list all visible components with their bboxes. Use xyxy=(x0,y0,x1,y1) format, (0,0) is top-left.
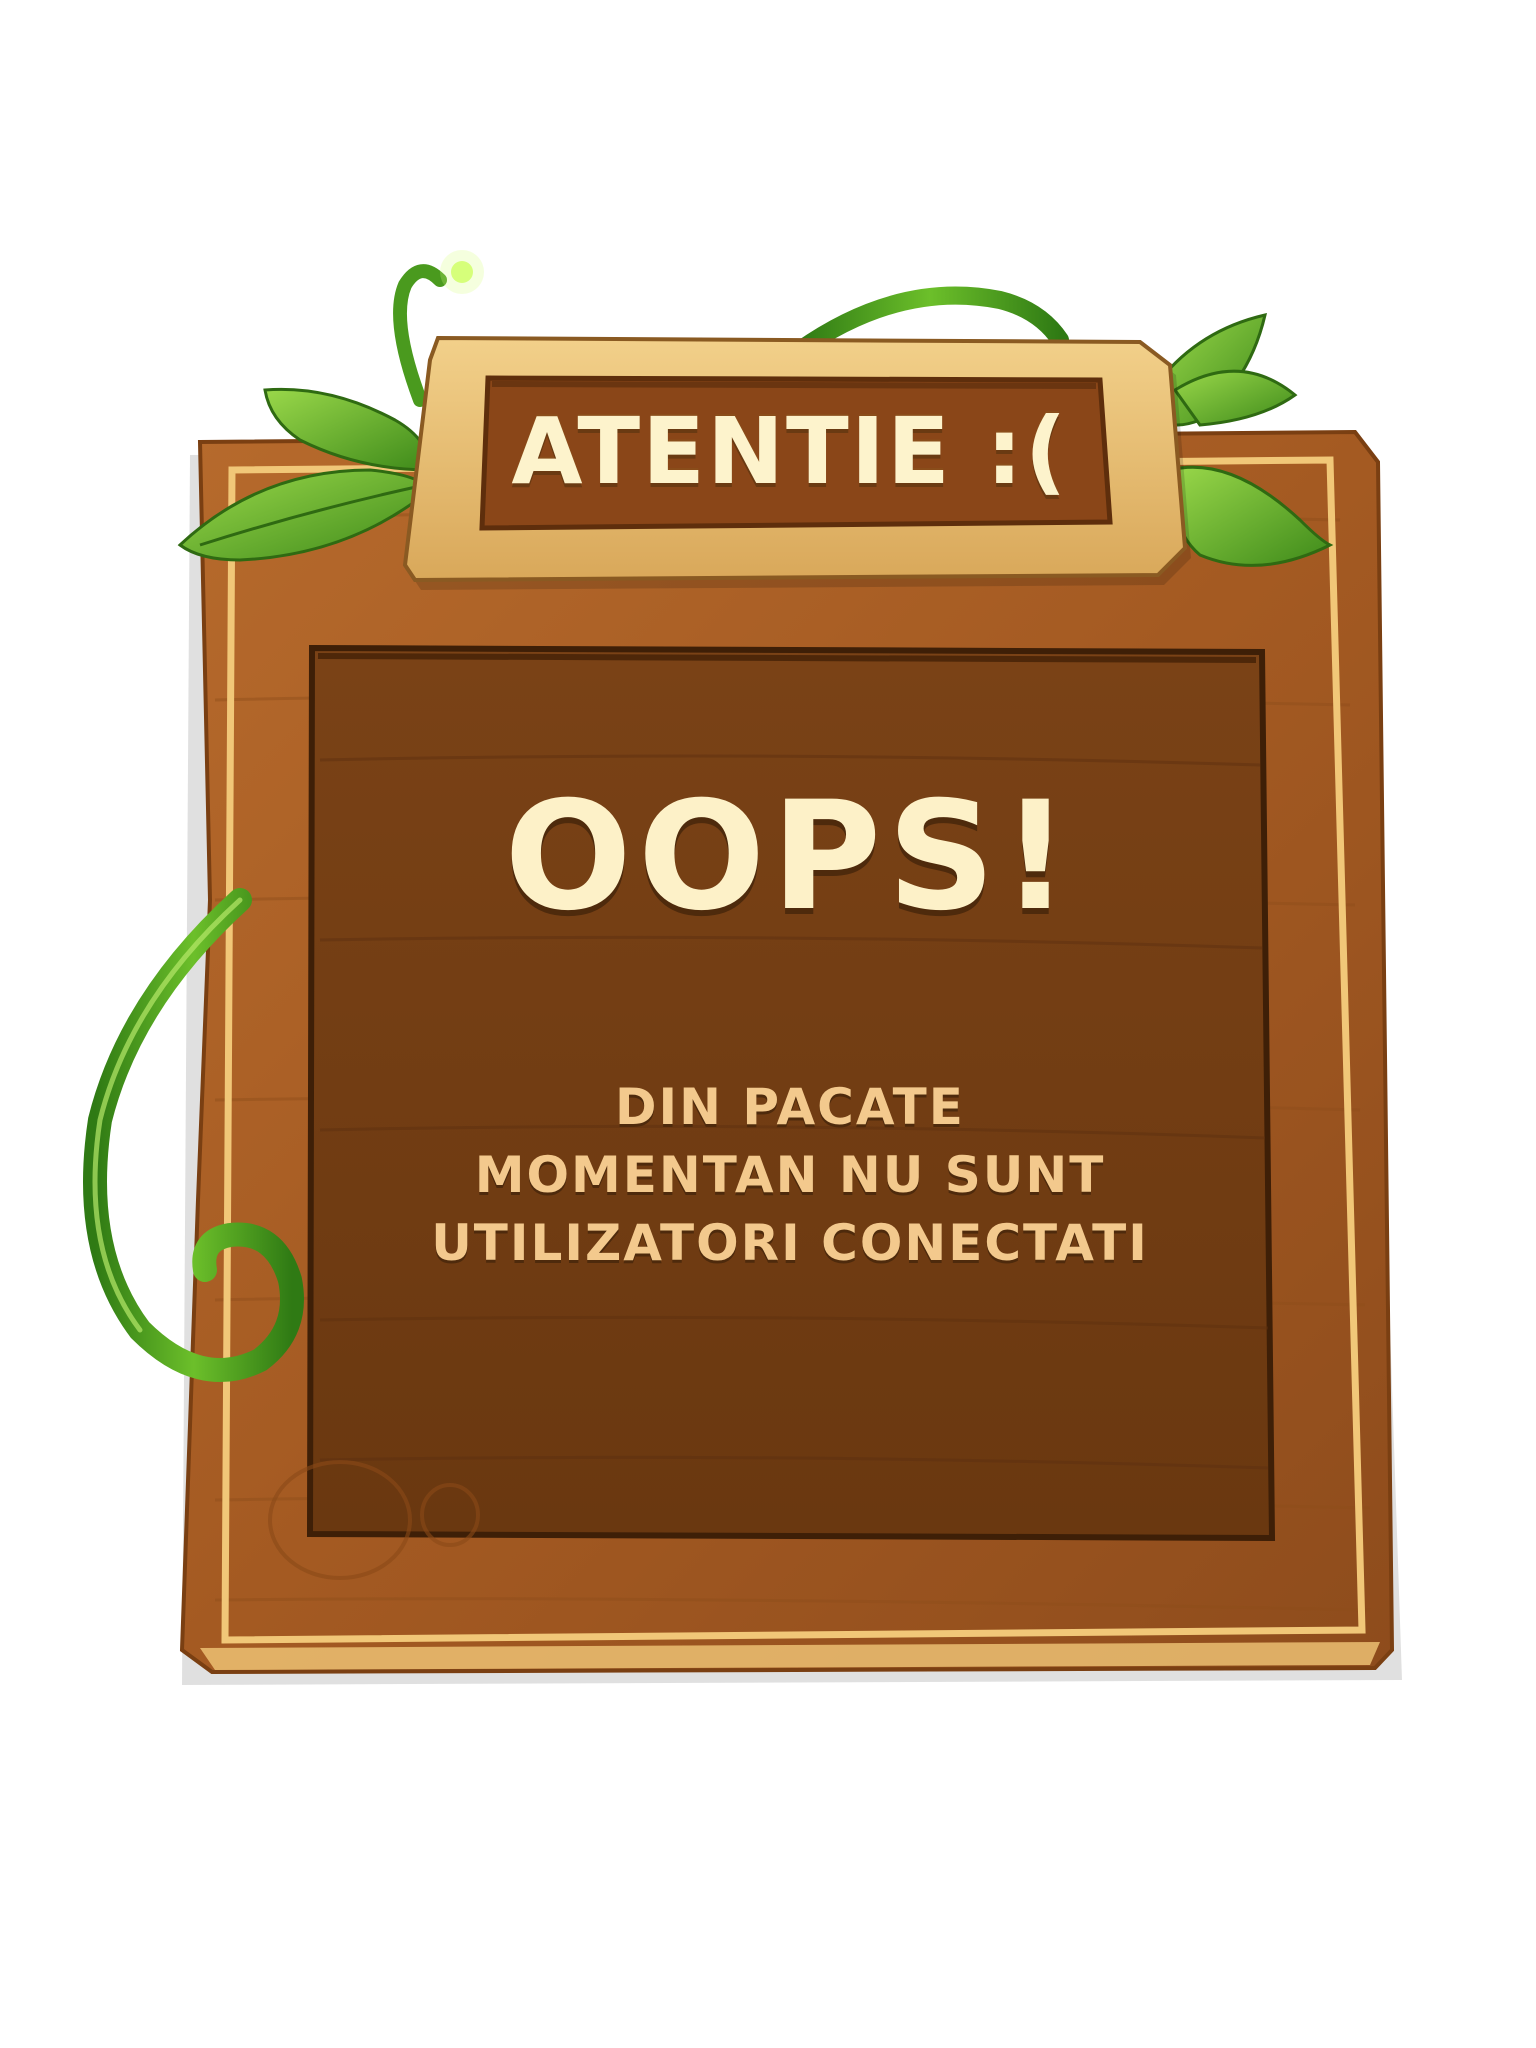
wooden-board-art xyxy=(83,250,1402,1685)
message-line: UTILIZATORI CONECTATI xyxy=(431,1214,1149,1272)
message-line: MOMENTAN NU SUNT xyxy=(474,1146,1106,1204)
sign-inner-shade xyxy=(491,381,1097,389)
panel-top-shade xyxy=(317,653,1257,663)
popup-dialog: ATENTIE :( OOPS! DIN PACATE MOMENTAN NU … xyxy=(0,0,1536,2048)
vine-glow xyxy=(440,250,484,294)
leaf-icon-4 xyxy=(1172,369,1298,427)
message-line: DIN PACATE xyxy=(615,1078,965,1136)
sign-title: ATENTIE :( xyxy=(511,398,1069,505)
headline: OOPS! xyxy=(504,770,1076,944)
